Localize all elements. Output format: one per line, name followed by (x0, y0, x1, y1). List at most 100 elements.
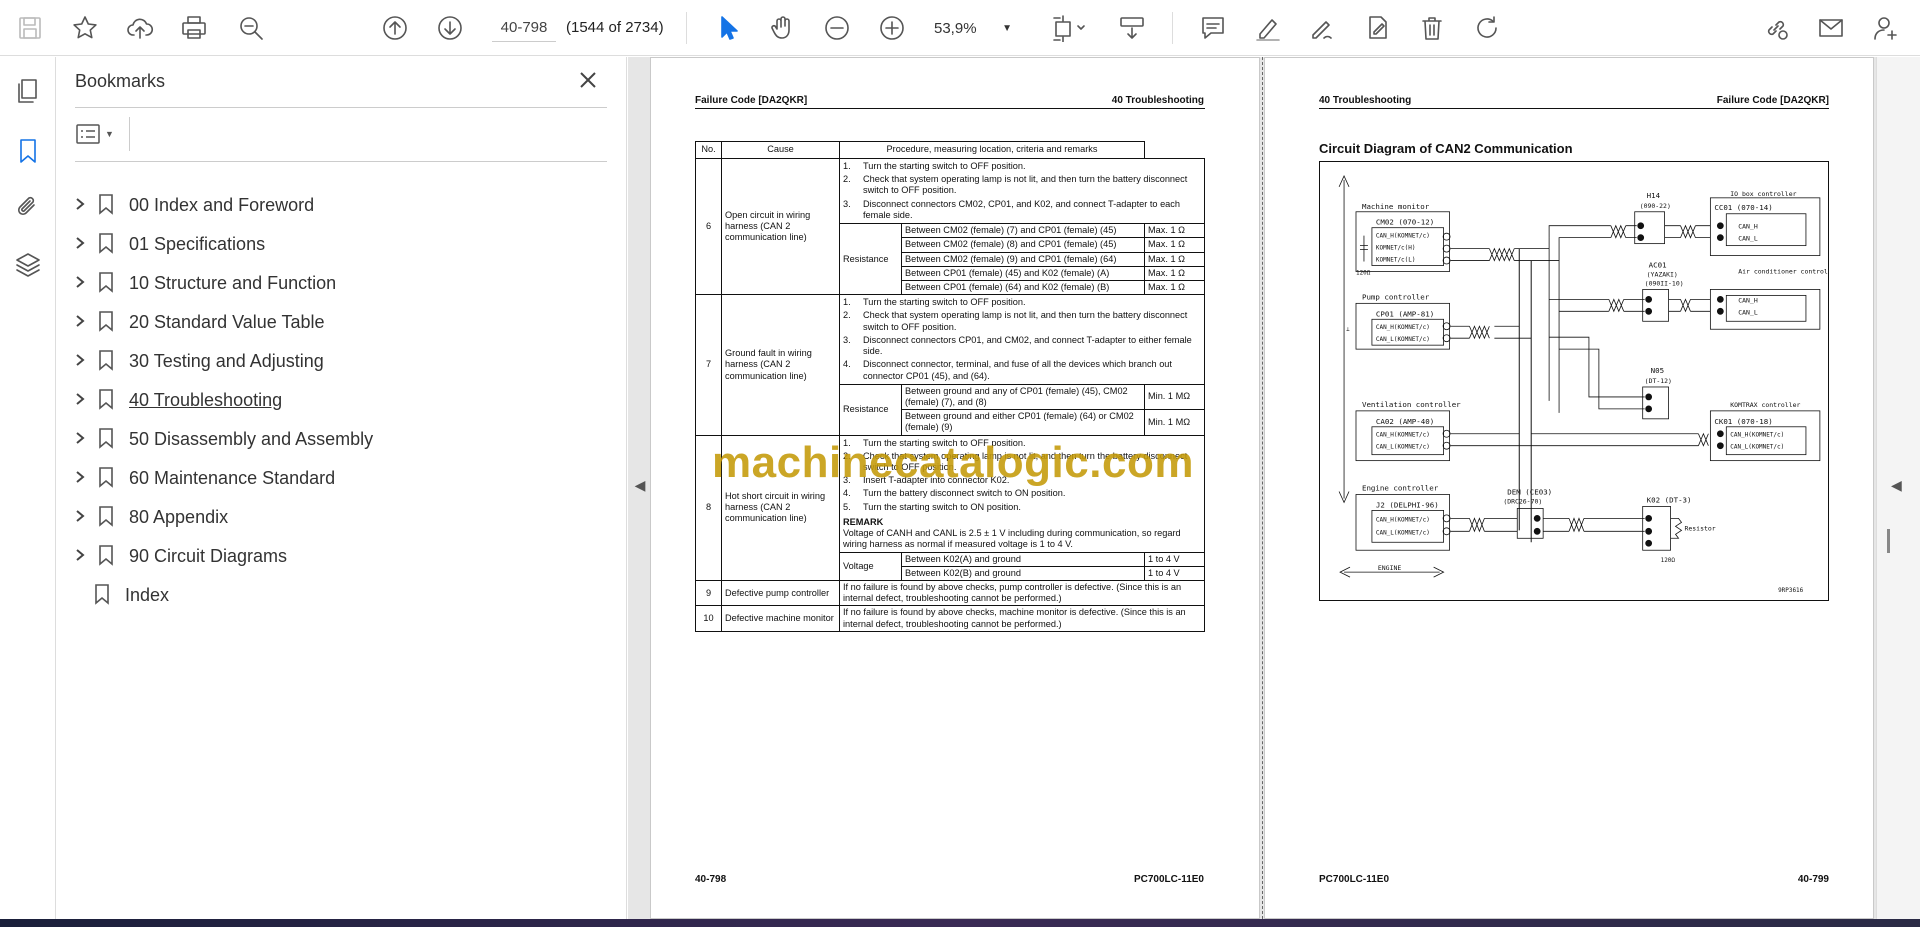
bookmark-label: 60 Maintenance Standard (129, 467, 336, 488)
zoom-select[interactable]: 53,9% ▼ (928, 14, 1018, 42)
label-ventilation: Ventilation controller (1362, 400, 1461, 409)
chevron-right-icon[interactable] (73, 197, 89, 213)
chevron-right-icon[interactable] (73, 353, 89, 369)
right-scroll-strip[interactable]: ◀ (1876, 57, 1920, 919)
label-ca02: CA02 (AMP-40) (1376, 417, 1434, 426)
label-dem: DEM (CE03) (1507, 487, 1552, 496)
select-cursor-icon[interactable] (712, 12, 744, 44)
chevron-right-icon[interactable] (73, 548, 89, 564)
panel-divider (75, 107, 607, 108)
label-cc01: CC01 (070-14) (1714, 203, 1772, 212)
diagram-title: Circuit Diagram of CAN2 Communication (1319, 141, 1573, 156)
page-number-input[interactable] (492, 14, 556, 42)
label-cm02: CM02 (070-12) (1376, 218, 1434, 227)
pin-can-h: CAN_H (1738, 223, 1758, 231)
save-icon[interactable] (14, 12, 46, 44)
step-number: 5. (843, 501, 851, 512)
page-down-icon[interactable] (434, 12, 466, 44)
chevron-right-icon[interactable] (73, 236, 89, 252)
scroll-thumb[interactable] (1887, 529, 1890, 553)
pin-label: CAN_H(KOMNET/c) (1376, 516, 1430, 523)
label-resistor: Resistor (1684, 524, 1715, 532)
bookmark-item[interactable]: 50 Disassembly and Assembly (57, 421, 617, 457)
left-page-header-right: 40 Troubleshooting (1111, 95, 1204, 106)
bookmark-label: Index (125, 584, 170, 605)
share-link-icon[interactable] (1760, 12, 1792, 44)
bookmark-item[interactable]: Index (57, 577, 617, 613)
bookmark-item[interactable]: 60 Maintenance Standard (57, 460, 617, 496)
scroll-left-icon[interactable]: ◀ (632, 477, 648, 497)
scroll-mode-icon[interactable] (1116, 12, 1148, 44)
chevron-right-icon[interactable] (73, 431, 89, 447)
highlight-pen-icon[interactable] (1252, 12, 1284, 44)
bookmark-label: 00 Index and Foreword (129, 194, 315, 215)
zoom-in-icon[interactable] (876, 12, 908, 44)
delete-icon[interactable] (1416, 12, 1448, 44)
header-no: No. (695, 141, 722, 159)
row-no: 10 (695, 605, 722, 632)
step-text: Turn the starting switch to ON position. (863, 501, 1021, 512)
bookmark-item[interactable]: 00 Index and Foreword (57, 187, 617, 223)
chevron-right-icon[interactable] (73, 314, 89, 330)
bookmark-item[interactable]: 90 Circuit Diagrams (57, 538, 617, 574)
bookmark-item[interactable]: 30 Testing and Adjusting (57, 343, 617, 379)
close-icon[interactable] (577, 69, 601, 93)
zoom-out-icon[interactable] (821, 12, 853, 44)
chevron-right-icon[interactable] (73, 509, 89, 525)
zoom-value: 53,9% (934, 19, 977, 37)
bookmark-label: 30 Testing and Adjusting (129, 350, 324, 371)
hand-tool-icon[interactable] (766, 12, 798, 44)
step-number: 1. (843, 297, 851, 308)
step-text: Check that system operating lamp is not … (863, 174, 1188, 196)
email-icon[interactable] (1815, 12, 1847, 44)
page-fit-icon[interactable] (1046, 12, 1094, 44)
pin-label: KOMNET/c(L) (1376, 257, 1416, 264)
step-text: Disconnect connectors CM02, CP01, and K0… (863, 198, 1180, 220)
label-n05-sub: (DT-12) (1645, 377, 1672, 385)
chevron-right-icon[interactable] (73, 275, 89, 291)
bookmark-item[interactable]: 40 Troubleshooting (57, 382, 617, 418)
page-count: (1544 of 2734) (566, 19, 664, 36)
comment-icon[interactable] (1197, 12, 1229, 44)
star-icon[interactable] (69, 12, 101, 44)
print-icon[interactable] (178, 12, 210, 44)
zoom-search-icon[interactable] (235, 12, 267, 44)
bookmark-item[interactable]: 01 Specifications (57, 226, 617, 262)
table-row: 9 Defective pump controller If no failur… (695, 579, 1205, 607)
pin-label: CAN_L(KOMNET/c) (1376, 529, 1430, 536)
chevron-right-icon[interactable] (73, 392, 89, 408)
attachments-icon[interactable] (10, 189, 46, 225)
measure-location: Between ground and either CP01 (female) … (901, 409, 1145, 436)
scroll-right-icon[interactable]: ◀ (1891, 477, 1902, 494)
bookmarks-icon[interactable] (10, 133, 46, 169)
bookmark-item[interactable]: 10 Structure and Function (57, 265, 617, 301)
taskbar-strip (0, 919, 1920, 927)
step-text: Turn the starting switch to OFF position… (863, 297, 1026, 308)
left-tool-rail (0, 57, 56, 919)
fill-sign-icon[interactable] (1362, 12, 1394, 44)
resistor-label-right: 120Ω (1661, 557, 1676, 564)
chevron-right-icon[interactable] (73, 470, 89, 486)
cloud-upload-icon[interactable] (124, 12, 156, 44)
add-user-icon[interactable] (1870, 12, 1902, 44)
connector-n05 (1642, 386, 1669, 420)
pin-label: CAN_L(KOMNET/c) (1376, 336, 1430, 343)
draw-pen-icon[interactable] (1306, 12, 1338, 44)
bookmark-flag-icon (97, 349, 117, 373)
page-thumbnails-icon[interactable] (10, 73, 46, 109)
measure-value: Max. 1 Ω (1144, 223, 1205, 239)
layers-icon[interactable] (10, 247, 46, 283)
rotate-icon[interactable] (1471, 12, 1503, 44)
bookmark-label: 20 Standard Value Table (129, 311, 325, 332)
bookmark-flag-icon (97, 427, 117, 451)
row-text: If no failure is found by above checks, … (839, 605, 1205, 632)
measure-label: Resistance (839, 383, 902, 436)
bookmark-options-button[interactable]: ▼ (75, 120, 127, 148)
measure-location: Between ground and any of CP01 (female) … (901, 383, 1145, 411)
right-page-header-left: 40 Troubleshooting (1319, 95, 1412, 106)
bookmarks-panel-title: Bookmarks (75, 71, 166, 91)
label-cp01: CP01 (AMP-81) (1376, 309, 1434, 318)
bookmark-item[interactable]: 20 Standard Value Table (57, 304, 617, 340)
bookmark-item[interactable]: 80 Appendix (57, 499, 617, 535)
page-up-icon[interactable] (379, 12, 411, 44)
